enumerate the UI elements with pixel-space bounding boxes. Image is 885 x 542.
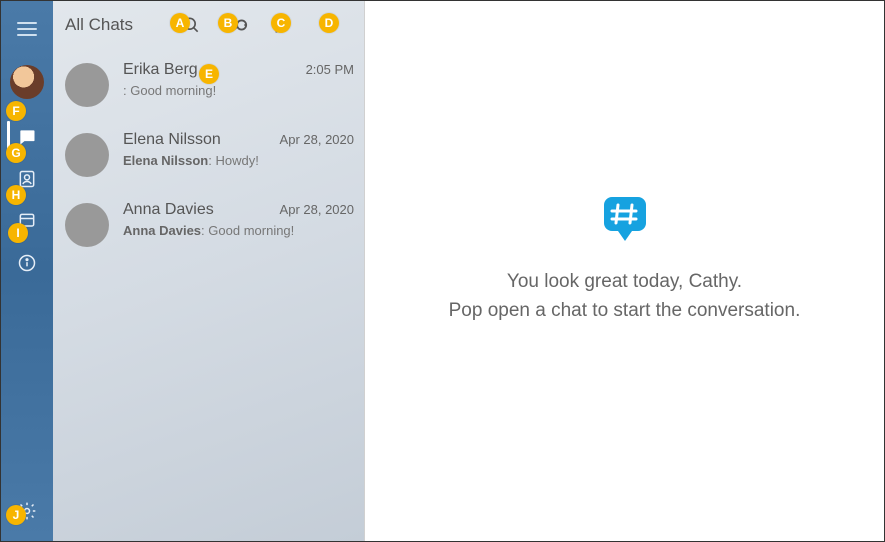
callout-J: J [6, 505, 26, 525]
main-empty-state: You look great today, Cathy. Pop open a … [365, 1, 884, 541]
callout-B: B [218, 13, 238, 33]
callout-F: F [6, 101, 26, 121]
hamburger-menu-icon[interactable] [7, 9, 47, 49]
callout-H: H [6, 185, 26, 205]
callout-A: A [170, 13, 190, 33]
contact-name: Elena Nilsson [123, 131, 280, 149]
greeting-text: You look great today, Cathy. Pop open a … [449, 267, 801, 326]
chat-list-header: All Chats [53, 1, 364, 49]
callout-C: C [271, 13, 291, 33]
contact-avatar [65, 203, 109, 247]
nav-info-icon[interactable] [7, 243, 47, 283]
chat-time: 2:05 PM [306, 62, 354, 77]
chat-preview: Anna Davies: Good morning! [123, 223, 354, 238]
contact-avatar [65, 63, 109, 107]
callout-E: E [199, 64, 219, 84]
chat-preview: : Good morning! [123, 83, 354, 98]
chat-row[interactable]: Elena Nilsson Apr 28, 2020 Elena Nilsson… [53, 119, 364, 189]
callout-D: D [319, 13, 339, 33]
chat-list-title: All Chats [65, 15, 168, 35]
chat-time: Apr 28, 2020 [280, 132, 354, 147]
chat-time: Apr 28, 2020 [280, 202, 354, 217]
current-user-avatar[interactable] [10, 65, 44, 99]
chat-preview: Elena Nilsson: Howdy! [123, 153, 354, 168]
callout-G: G [6, 143, 26, 163]
sidebar [1, 1, 53, 541]
chat-row[interactable]: Anna Davies Apr 28, 2020 Anna Davies: Go… [53, 189, 364, 259]
chat-row[interactable]: Erika Berg 2:05 PM : Good morning! [53, 49, 364, 119]
app-logo-icon [596, 191, 654, 249]
contact-name: Anna Davies [123, 201, 280, 219]
contact-avatar [65, 133, 109, 177]
callout-I: I [8, 223, 28, 243]
